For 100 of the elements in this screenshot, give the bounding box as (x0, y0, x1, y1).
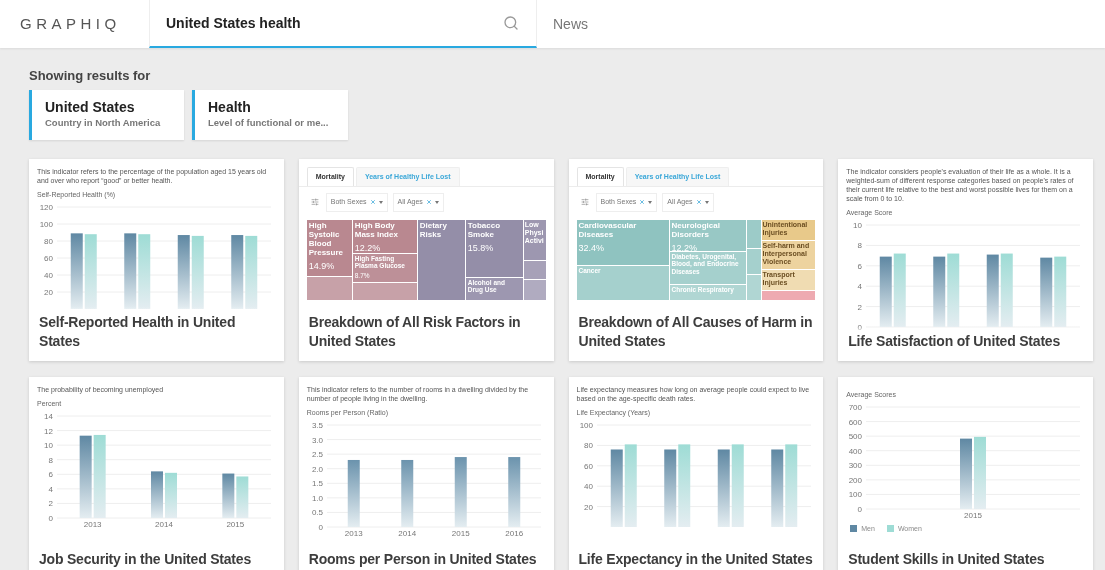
logo[interactable]: GRAPHIQ (20, 12, 121, 36)
y-tick-label: 0 (48, 513, 53, 523)
chart-bar (1040, 257, 1053, 327)
chart-bar (151, 470, 163, 518)
y-tick-label: 4 (857, 281, 863, 291)
y-tick-label: 10 (44, 440, 53, 450)
close-icon[interactable] (425, 199, 432, 206)
search-field[interactable]: United States health (149, 0, 537, 48)
close-icon[interactable] (695, 199, 702, 206)
y-tick-label: 100 (848, 489, 863, 499)
chart-bar (165, 472, 177, 518)
y-tick-label: 200 (848, 475, 863, 485)
tile-label: High Systolic Blood Pressure (308, 220, 344, 257)
y-tick-label: 20 (44, 287, 53, 297)
treemap-tile[interactable] (746, 248, 761, 274)
y-tick-label: 500 (848, 431, 863, 441)
chart-bar (933, 256, 946, 327)
treemap-tile[interactable]: Dietary Risks (417, 219, 465, 300)
y-tick-label: 20 (583, 502, 593, 512)
chart-bar (880, 256, 892, 327)
entity-card[interactable]: United States Country in North America (29, 89, 184, 140)
x-tick-label: 2014 (155, 519, 173, 529)
sliders-icon[interactable] (310, 198, 319, 207)
y-tick-label: 120 (39, 202, 53, 212)
y-tick-label: 3.5 (311, 420, 323, 430)
y-tick-label: 60 (44, 253, 53, 263)
chart-bar (960, 438, 973, 509)
card-title[interactable]: Life Expectancy in the United States (578, 549, 814, 569)
y-tick-label: 0.5 (311, 507, 323, 517)
y-tick-label: 6 (48, 469, 53, 479)
x-tick-label: 2014 (398, 528, 416, 538)
x-tick-label: 2015 (964, 510, 983, 520)
tile-value: 12.2% (671, 241, 699, 251)
chart-card[interactable] (298, 158, 554, 361)
entity-name: Health (208, 98, 252, 117)
entity-card[interactable]: Health Level of functional or me... (192, 89, 349, 140)
y-tick-label: 700 (848, 402, 863, 412)
entity-description: Level of functional or me... (208, 116, 329, 131)
caret-icon[interactable] (648, 200, 653, 204)
y-tick-label: 12 (44, 426, 53, 436)
card-title[interactable]: Life Satisfaction of United States (848, 331, 1083, 351)
close-icon[interactable] (639, 199, 646, 206)
tile-label: Cardiovascular Diseases (578, 220, 638, 239)
y-tick-label: 10 (853, 220, 863, 230)
entity-description: Country in North America (45, 116, 162, 131)
y-tick-label: 1.0 (311, 493, 323, 503)
tile-label: Dietary Risks (419, 220, 448, 239)
treemap-tile[interactable]: High Systolic Blood Pressure 14.9% (306, 219, 352, 276)
card-title[interactable]: Rooms per Person in United States (308, 549, 544, 569)
card-title[interactable]: Self-Reported Health in United States (39, 312, 274, 351)
card-title[interactable]: Breakdown of All Causes of Harm in United States (578, 312, 814, 351)
tile-value: 12.2% (354, 241, 382, 253)
card-title[interactable]: Job Security in the United States (39, 549, 274, 569)
chart-card[interactable] (568, 158, 824, 361)
y-tick-label: 2.0 (311, 464, 323, 474)
chart-bar (347, 459, 360, 527)
search-icon[interactable] (503, 15, 519, 31)
treemap-tile[interactable]: Tobacco Smoke 15.8% (465, 219, 523, 277)
y-tick-label: 14 (44, 411, 53, 421)
close-icon[interactable] (369, 199, 376, 206)
nav-link[interactable]: News (537, 0, 604, 48)
chart-card[interactable] (29, 158, 284, 361)
chart-card[interactable] (838, 158, 1093, 361)
chart-bar (236, 475, 249, 518)
sliders-icon[interactable] (580, 198, 589, 207)
caret-icon[interactable] (434, 200, 439, 204)
treemap-tile[interactable]: High Body Mass Index 12.2% (352, 219, 417, 253)
treemap-tile[interactable] (761, 290, 816, 300)
chart-bar (454, 456, 467, 527)
y-tick-label: 3.0 (311, 435, 323, 445)
chart-bar (401, 459, 413, 527)
treemap-tile[interactable] (523, 260, 546, 279)
y-tick-label: 0 (857, 322, 863, 332)
treemap-tile[interactable] (306, 276, 352, 300)
y-tick-label: 400 (848, 446, 863, 456)
x-tick-label: 2015 (451, 528, 470, 538)
x-tick-label: 2015 (226, 519, 245, 529)
entity-name: United States (45, 98, 136, 117)
results-heading: Showing results for (29, 67, 152, 85)
y-tick-label: 100 (579, 420, 593, 430)
y-tick-label: 600 (848, 417, 863, 427)
y-tick-label: 80 (44, 236, 53, 246)
y-tick-label: 40 (44, 270, 53, 280)
tile-value: 15.8% (467, 241, 495, 255)
treemap-tile[interactable] (746, 274, 761, 300)
card-title[interactable]: Student Skills in United States (848, 549, 1083, 569)
treemap-tile[interactable] (523, 279, 546, 300)
treemap-tile[interactable] (746, 219, 761, 248)
y-tick-label: 2 (857, 302, 863, 312)
y-tick-label: 40 (583, 481, 593, 491)
y-tick-label: 300 (848, 460, 863, 470)
x-tick-label: 2013 (83, 519, 102, 529)
card-title[interactable]: Breakdown of All Risk Factors in United States (308, 312, 544, 351)
chart-bar (508, 456, 520, 527)
chart-card[interactable] (298, 376, 554, 570)
treemap-tile[interactable] (352, 282, 417, 300)
caret-icon[interactable] (704, 200, 709, 204)
y-tick-label: 60 (583, 461, 593, 471)
x-tick-label: 2016 (505, 528, 523, 538)
caret-icon[interactable] (378, 200, 383, 204)
